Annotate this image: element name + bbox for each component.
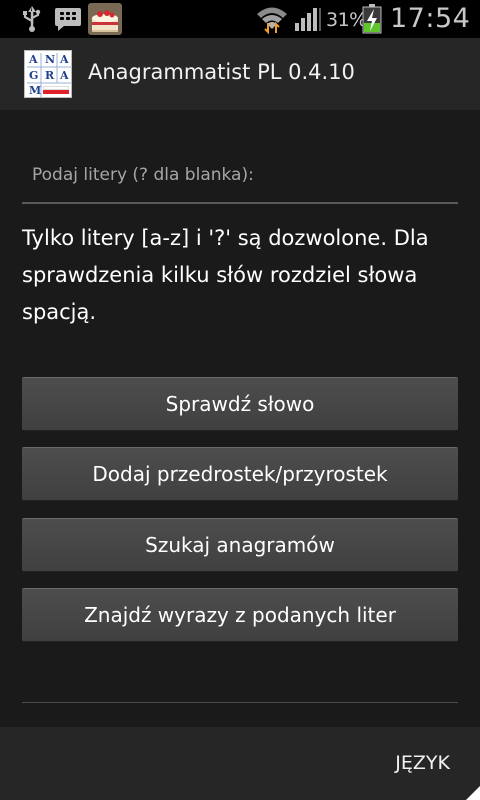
logo-letter: A [29, 53, 38, 66]
battery-percent: 31% [326, 9, 367, 31]
logo-letter: A [60, 69, 69, 82]
action-bar: A N A G R A M Anagrammatist PL 0.4.10 [0, 38, 480, 110]
overflow-corner-indicator [466, 786, 480, 800]
app-screen: 31% 17:54 A N A G R A M Anagrammatist PL… [0, 0, 480, 800]
app-logo-icon: A N A G R A M [24, 50, 72, 98]
wifi-icon [257, 7, 287, 35]
letters-input-container [22, 148, 458, 204]
signal-icon [295, 8, 321, 31]
letters-input[interactable] [22, 148, 458, 202]
logo-letter: A [60, 53, 69, 66]
battery-charging-icon [362, 4, 382, 34]
check-word-button[interactable]: Sprawdź słowo [22, 377, 458, 431]
status-bar: 31% 17:54 [0, 0, 480, 38]
search-anagrams-button[interactable]: Szukaj anagramów [22, 518, 458, 572]
language-button[interactable]: JĘZYK [375, 727, 480, 800]
logo-letter: G [29, 69, 39, 82]
divider [22, 702, 458, 703]
find-words-button[interactable]: Znajdź wyrazy z podanych liter [22, 588, 458, 642]
logo-letter: N [45, 53, 56, 66]
info-text: Tylko litery [a-z] i '?' są dozwolone. D… [22, 226, 429, 324]
logo-letter: M [29, 84, 42, 97]
flag-red-stripe [43, 90, 69, 94]
logo-letter: R [45, 69, 55, 82]
clock: 17:54 [390, 3, 471, 34]
add-affix-button[interactable]: Dodaj przedrostek/przyrostek [22, 447, 458, 501]
bottom-action-bar: JĘZYK [0, 727, 480, 800]
app-title: Anagrammatist PL 0.4.10 [88, 60, 355, 84]
bbm-icon [55, 8, 81, 31]
cake-app-icon [88, 3, 122, 35]
usb-icon [23, 6, 41, 32]
